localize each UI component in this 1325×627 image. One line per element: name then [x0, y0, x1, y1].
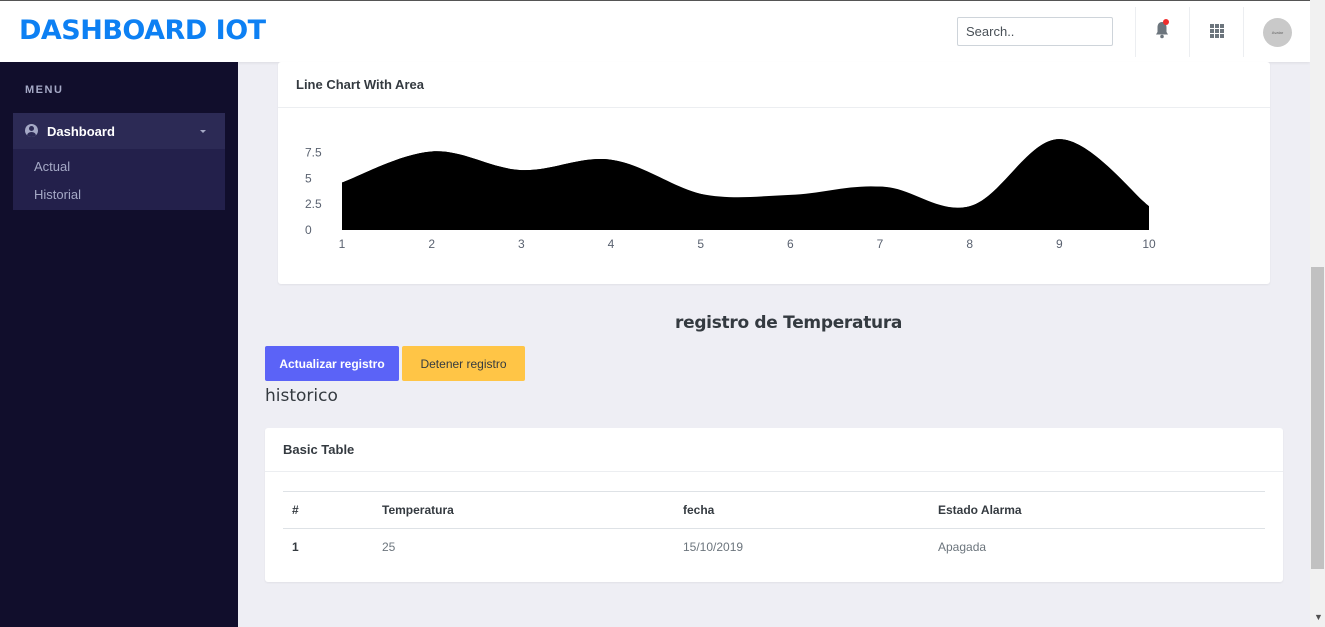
brand-logo[interactable]: DASHBOARD IOT [19, 15, 266, 46]
notification-dot [1163, 19, 1169, 25]
y-tick-label: 0 [305, 223, 312, 237]
topbar-divider [1243, 7, 1244, 57]
apps-grid-icon[interactable] [1210, 24, 1224, 38]
x-tick-label: 5 [697, 237, 704, 251]
x-tick-label: 9 [1056, 237, 1063, 251]
topbar-divider [1135, 7, 1136, 57]
area-series-1 [342, 139, 1149, 230]
column-header: Estado Alarma [929, 491, 1265, 529]
table-row: 1 25 15/10/2019 Apagada [283, 528, 1265, 566]
y-tick-label: 7.5 [305, 146, 322, 160]
page-scrollbar[interactable]: ▼ [1310, 0, 1325, 627]
x-tick-label: 1 [339, 237, 346, 251]
table-card: Basic Table # Temperatura fecha Estado A… [265, 428, 1283, 582]
scrollbar-thumb[interactable] [1311, 267, 1324, 569]
y-tick-label: 2.5 [305, 197, 322, 211]
sidebar-item-actual[interactable]: Actual [34, 159, 70, 174]
x-tick-label: 3 [518, 237, 525, 251]
table-cell: Apagada [929, 528, 1265, 566]
table-cell: 25 [373, 528, 674, 566]
area-chart: 0 2.5 5 7.5 1 2 3 4 5 6 7 8 9 10 [305, 139, 1156, 251]
table-cell: 15/10/2019 [674, 528, 929, 566]
section-title: registro de Temperatura [675, 313, 903, 333]
user-circle-icon [25, 124, 38, 137]
chart-card: Line Chart With Area 0 2.5 5 7.5 1 2 3 4 5 6 7 8 9 10 [278, 62, 1270, 284]
x-tick-label: 2 [428, 237, 435, 251]
topbar-divider [1189, 7, 1190, 57]
card-header: Basic Table [265, 428, 1283, 472]
table-header-row: # Temperatura fecha Estado Alarma [283, 491, 1265, 529]
data-table: # Temperatura fecha Estado Alarma 1 25 1… [283, 491, 1265, 566]
topbar: DASHBOARD IOT Avatar [0, 0, 1310, 62]
y-tick-label: 5 [305, 171, 312, 185]
sidebar-item-label: Dashboard [47, 124, 115, 139]
stop-register-button[interactable]: Detener registro [402, 346, 525, 381]
column-header: fecha [674, 491, 929, 529]
chevron-down-icon [200, 130, 206, 133]
search-input[interactable] [957, 17, 1113, 46]
table-card-title: Basic Table [283, 442, 355, 457]
x-tick-label: 6 [787, 237, 794, 251]
x-tick-label: 4 [608, 237, 615, 251]
x-tick-label: 10 [1142, 237, 1156, 251]
avatar[interactable]: Avatar [1263, 18, 1292, 47]
x-tick-label: 7 [877, 237, 884, 251]
menu-title: MENU [25, 84, 64, 96]
menu-group-dashboard: Dashboard Actual Historial [13, 113, 225, 210]
sidebar-item-historial[interactable]: Historial [34, 187, 81, 202]
update-register-button[interactable]: Actualizar registro [265, 346, 399, 381]
sidebar: MENU Dashboard Actual Historial [0, 62, 238, 627]
scroll-down-icon[interactable]: ▼ [1314, 612, 1323, 622]
table-cell: 1 [283, 528, 373, 566]
column-header: Temperatura [373, 491, 674, 529]
sidebar-item-dashboard[interactable]: Dashboard [13, 113, 225, 149]
history-heading: historico [265, 386, 338, 406]
column-header: # [283, 491, 373, 529]
x-tick-label: 8 [966, 237, 973, 251]
